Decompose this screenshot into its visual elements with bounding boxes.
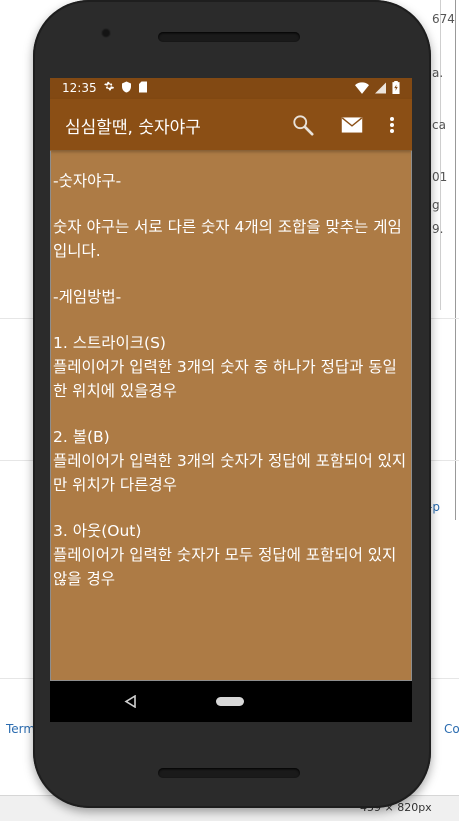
intro-text: 숫자 야구는 서로 다른 숫자 4개의 조합을 맞추는 게임입니다.	[53, 218, 402, 260]
rule-strike-text: 플레이어가 입력한 3개의 숫자 중 하나가 정답과 동일한 위치에 있을경우	[53, 358, 397, 400]
signal-icon	[375, 82, 386, 93]
rules-content: -숫자야구- 숫자 야구는 서로 다른 숫자 4개의 조합을 맞추는 게임입니다…	[50, 151, 412, 681]
sim-card-icon	[139, 81, 147, 93]
rule-out: 3. 아웃(Out) 플레이어가 입력한 숫자가 모두 정답에 포함되어 있지 않…	[53, 519, 409, 591]
phone-screen: 12:35 심심할땐, 숫자야구 -숫자야구- 숫자 야구는 서로 다른 숫자 …	[50, 78, 412, 722]
background-text: ca	[432, 118, 446, 132]
status-time: 12:35	[62, 81, 97, 95]
rule-strike-title: 1. 스트라이크(S)	[53, 334, 166, 352]
more-options-button[interactable]	[379, 112, 405, 138]
battery-icon	[392, 81, 400, 94]
rules-text: -숫자야구- 숫자 야구는 서로 다른 숫자 4개의 조합을 맞추는 게임입니다…	[51, 169, 411, 613]
app-title: 심심할땐, 숫자야구	[65, 118, 201, 138]
phone-speaker-top	[158, 32, 300, 42]
rule-out-title: 3. 아웃(Out)	[53, 522, 142, 540]
background-text: 01	[432, 170, 448, 184]
background-divider	[455, 0, 456, 520]
background-text: a.	[432, 66, 444, 80]
rule-ball-text: 플레이어가 입력한 3개의 숫자가 정답에 포함되어 있지만 위치가 다른경우	[53, 452, 407, 494]
background-divider	[440, 0, 441, 310]
status-bar: 12:35	[50, 78, 412, 99]
home-button[interactable]	[216, 697, 244, 706]
phone-speaker-bottom	[158, 768, 300, 778]
rule-strike: 1. 스트라이크(S) 플레이어가 입력한 3개의 숫자 중 하나가 정답과 동일…	[53, 331, 409, 403]
navigation-bar	[50, 681, 412, 722]
terms-link[interactable]: Term	[6, 722, 35, 736]
background-text: 9.	[432, 222, 444, 236]
search-button[interactable]	[290, 112, 316, 138]
rules-heading: -게임방법-	[53, 288, 122, 306]
mail-button[interactable]	[339, 112, 365, 138]
search-icon	[293, 115, 314, 136]
wifi-icon	[355, 81, 369, 94]
rule-ball-title: 2. 볼(B)	[53, 428, 110, 446]
more-vert-icon	[390, 117, 394, 133]
heading-text: -숫자야구-	[53, 172, 122, 190]
rule-ball: 2. 볼(B) 플레이어가 입력한 3개의 숫자가 정답에 포함되어 있지만 위치…	[53, 425, 409, 497]
background-text: g	[432, 198, 440, 212]
rule-out-text: 플레이어가 입력한 숫자가 모두 정답에 포함되어 있지 않을 경우	[53, 546, 397, 588]
settings-icon	[104, 81, 114, 91]
shield-icon	[122, 81, 131, 93]
phone-camera	[101, 28, 111, 38]
background-text: 674	[432, 12, 455, 26]
back-icon[interactable]	[124, 695, 136, 708]
mail-icon	[341, 117, 363, 133]
app-bar: 심심할땐, 숫자야구	[50, 99, 412, 150]
background-link[interactable]: Co	[444, 722, 459, 736]
